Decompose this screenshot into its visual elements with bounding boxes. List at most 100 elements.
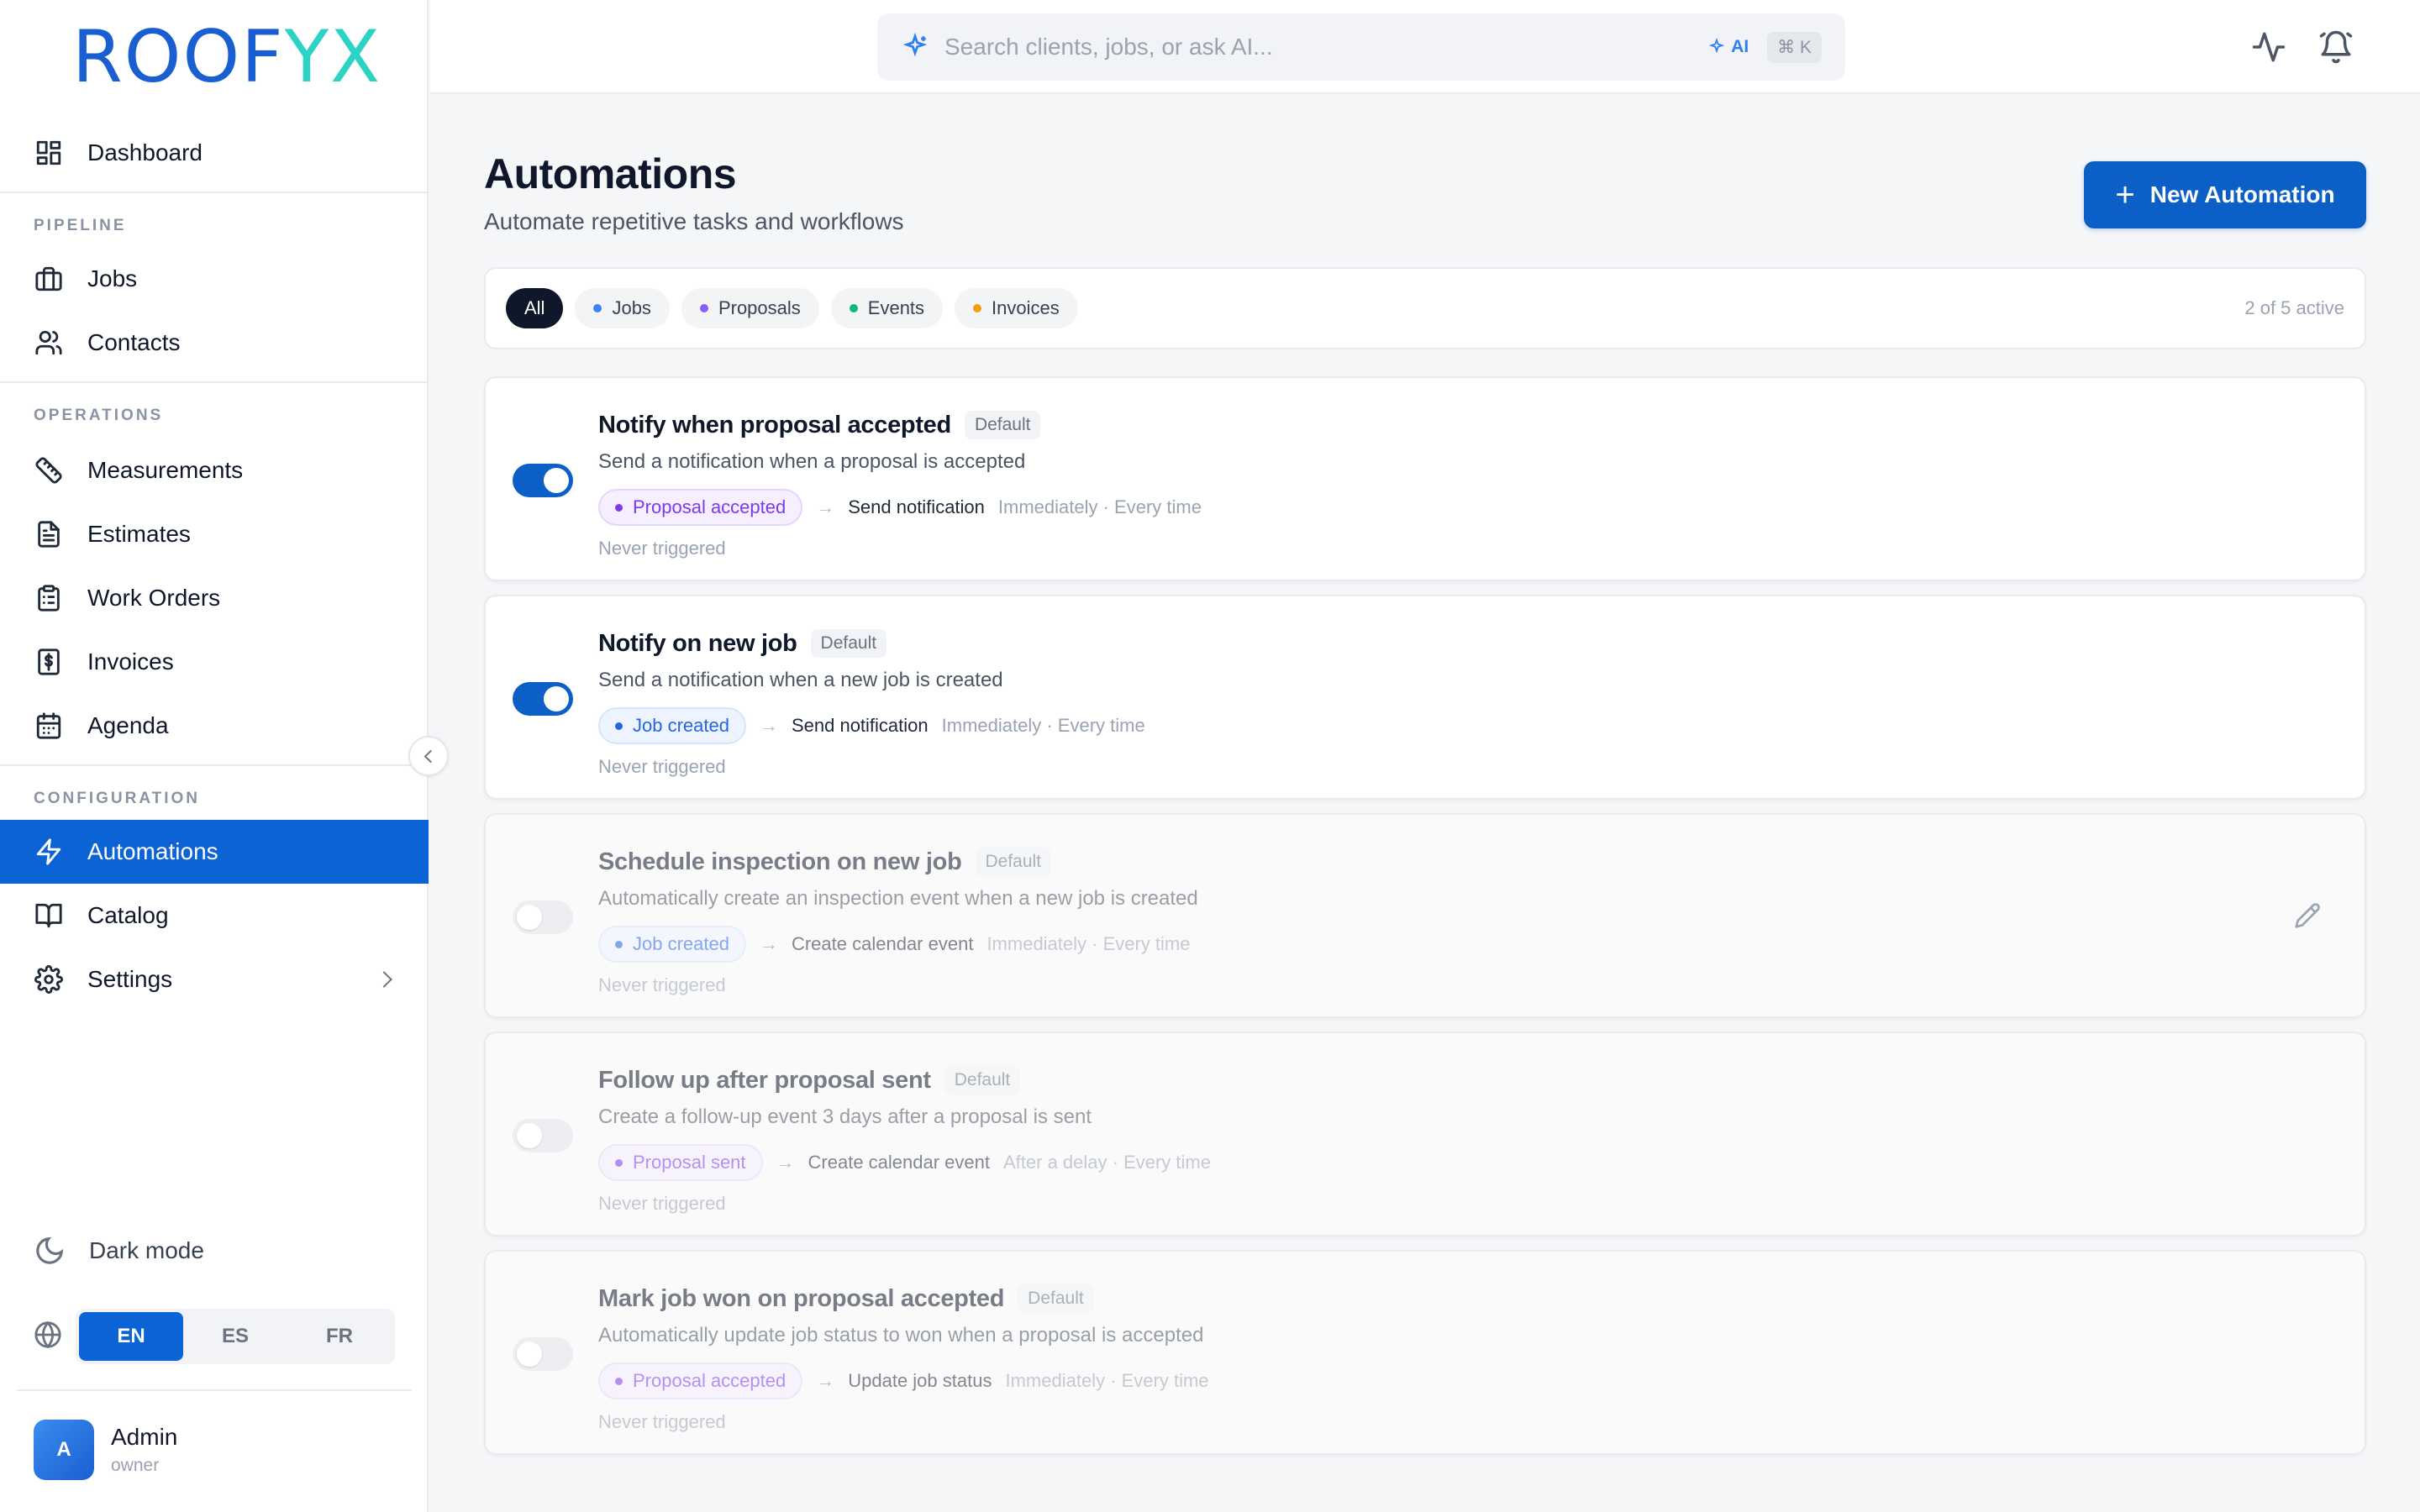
briefcase-icon bbox=[34, 264, 64, 294]
default-badge: Default bbox=[1018, 1284, 1094, 1313]
filter-chip-events[interactable]: Events bbox=[830, 288, 944, 328]
user-profile[interactable]: A Admin owner bbox=[34, 1420, 177, 1480]
automation-description: Send a notification when a new job is cr… bbox=[598, 669, 1003, 691]
action-label: Update job status bbox=[848, 1370, 992, 1391]
filter-chip-invoices[interactable]: Invoices bbox=[955, 288, 1078, 328]
toggle-knob bbox=[517, 905, 542, 930]
sparkle-icon bbox=[1708, 38, 1725, 54]
action-label: Create calendar event bbox=[808, 1152, 990, 1173]
action-label: Send notification bbox=[848, 496, 985, 517]
sidebar-item-label: Invoices bbox=[87, 648, 174, 675]
automation-card-body: Schedule inspection on new job Default A… bbox=[598, 845, 1198, 996]
trigger-label: Job created bbox=[633, 715, 729, 736]
automation-toggle[interactable] bbox=[513, 1337, 573, 1371]
toggle-knob bbox=[544, 686, 569, 711]
chevron-right-icon bbox=[376, 971, 392, 988]
sidebar: ROOF YX Dashboard PIPELINE Jobs Contacts … bbox=[0, 0, 449, 1512]
automation-card[interactable]: Notify on new job Default Send a notific… bbox=[484, 595, 2366, 800]
last-triggered: Never triggered bbox=[598, 1411, 726, 1432]
sidebar-item-label: Estimates bbox=[87, 521, 191, 547]
new-automation-button[interactable]: + New Automation bbox=[2084, 161, 2366, 228]
sidebar-item-label: Jobs bbox=[87, 265, 138, 291]
divider bbox=[0, 381, 429, 383]
calendar-icon bbox=[34, 711, 64, 741]
activity-button[interactable] bbox=[2245, 24, 2292, 71]
active-count: 2 of 5 active bbox=[2244, 297, 2344, 318]
ruler-icon bbox=[34, 455, 64, 486]
globe-icon bbox=[34, 1320, 62, 1353]
trigger-dot bbox=[615, 1377, 623, 1385]
automation-toggle[interactable] bbox=[513, 682, 573, 716]
sidebar-item-measurements[interactable]: Measurements bbox=[0, 438, 429, 502]
sidebar-item-label: Automations bbox=[87, 838, 218, 864]
automation-card[interactable]: Schedule inspection on new job Default A… bbox=[484, 813, 2366, 1018]
automation-card[interactable]: Notify when proposal accepted Default Se… bbox=[484, 376, 2366, 581]
sidebar-item-automations[interactable]: Automations bbox=[0, 820, 429, 884]
sidebar-item-settings[interactable]: Settings bbox=[0, 948, 429, 1011]
logo-text-yx: YX bbox=[284, 15, 382, 99]
trigger-label: Proposal accepted bbox=[633, 496, 786, 517]
trigger-dot bbox=[615, 940, 623, 948]
sidebar-item-invoices[interactable]: Invoices bbox=[0, 630, 429, 694]
search-input[interactable]: Search clients, jobs, or ask AI... bbox=[944, 34, 1707, 60]
section-label-configuration: CONFIGURATION bbox=[34, 790, 201, 807]
lang-button-es[interactable]: ES bbox=[183, 1312, 287, 1361]
ai-badge[interactable]: AI bbox=[1707, 37, 1749, 57]
sidebar-item-agenda[interactable]: Agenda bbox=[0, 694, 429, 758]
action-label: Send notification bbox=[791, 715, 929, 736]
sidebar-item-work-orders[interactable]: Work Orders bbox=[0, 566, 429, 630]
chip-label: Invoices bbox=[992, 297, 1060, 318]
automation-card-body: Follow up after proposal sent Default Cr… bbox=[598, 1063, 1211, 1215]
default-badge: Default bbox=[964, 411, 1041, 439]
notifications-button[interactable] bbox=[2312, 24, 2360, 71]
automation-card[interactable]: Mark job won on proposal accepted Defaul… bbox=[484, 1250, 2366, 1455]
sidebar-item-catalog[interactable]: Catalog bbox=[0, 884, 429, 948]
timing-label: Immediately · Every time bbox=[1005, 1370, 1209, 1391]
collapse-sidebar-button[interactable] bbox=[408, 736, 449, 776]
automation-toggle[interactable] bbox=[513, 1119, 573, 1152]
automation-title-row: Schedule inspection on new job Default bbox=[598, 845, 1198, 879]
automation-flow: Proposal accepted → Update job status Im… bbox=[598, 1362, 1209, 1399]
sidebar-item-estimates[interactable]: Estimates bbox=[0, 502, 429, 566]
automation-card[interactable]: Follow up after proposal sent Default Cr… bbox=[484, 1032, 2366, 1236]
automation-toggle[interactable] bbox=[513, 464, 573, 497]
automation-title-row: Mark job won on proposal accepted Defaul… bbox=[598, 1282, 1209, 1315]
sidebar-item-contacts[interactable]: Contacts bbox=[0, 311, 429, 375]
action-label: Create calendar event bbox=[791, 933, 974, 954]
default-badge: Default bbox=[810, 629, 887, 658]
sparkle-icon bbox=[901, 32, 929, 61]
roofyx-logo[interactable]: ROOF YX bbox=[72, 15, 381, 99]
dark-mode-toggle[interactable]: Dark mode bbox=[34, 1235, 204, 1267]
user-name: Admin bbox=[111, 1424, 178, 1450]
page-title: Automations bbox=[484, 150, 737, 197]
last-triggered: Never triggered bbox=[598, 974, 726, 995]
chip-dot bbox=[593, 304, 602, 312]
chip-label: All bbox=[524, 297, 545, 318]
automation-title: Mark job won on proposal accepted bbox=[598, 1284, 1005, 1312]
plus-icon: + bbox=[2115, 176, 2135, 213]
arrow-right-icon: → bbox=[776, 1152, 795, 1173]
last-triggered: Never triggered bbox=[598, 1193, 726, 1214]
edit-button[interactable] bbox=[2294, 902, 2323, 931]
arrow-right-icon: → bbox=[816, 1370, 835, 1391]
filter-bar: All Jobs Proposals Events Invoices 2 of … bbox=[484, 267, 2366, 349]
lang-button-en[interactable]: EN bbox=[79, 1312, 183, 1361]
filter-chip-all[interactable]: All bbox=[506, 288, 564, 328]
automation-flow: Job created → Create calendar event Imme… bbox=[598, 926, 1198, 963]
sidebar-item-jobs[interactable]: Jobs bbox=[0, 247, 429, 311]
chip-label: Proposals bbox=[718, 297, 801, 318]
lang-button-fr[interactable]: FR bbox=[287, 1312, 392, 1361]
gear-icon bbox=[34, 964, 64, 995]
default-badge: Default bbox=[975, 848, 1052, 876]
automation-title: Notify when proposal accepted bbox=[598, 411, 951, 438]
language-selector: EN ES FR bbox=[34, 1309, 395, 1364]
last-triggered: Never triggered bbox=[598, 538, 726, 559]
automation-toggle[interactable] bbox=[513, 900, 573, 934]
sidebar-item-dashboard[interactable]: Dashboard bbox=[0, 121, 429, 185]
trigger-label: Job created bbox=[633, 933, 729, 954]
trigger-pill: Job created bbox=[598, 926, 746, 963]
new-automation-label: New Automation bbox=[2149, 181, 2335, 207]
search-bar[interactable]: Search clients, jobs, or ask AI... AI ⌘ … bbox=[877, 13, 1845, 81]
filter-chip-proposals[interactable]: Proposals bbox=[681, 288, 819, 328]
filter-chip-jobs[interactable]: Jobs bbox=[575, 288, 670, 328]
